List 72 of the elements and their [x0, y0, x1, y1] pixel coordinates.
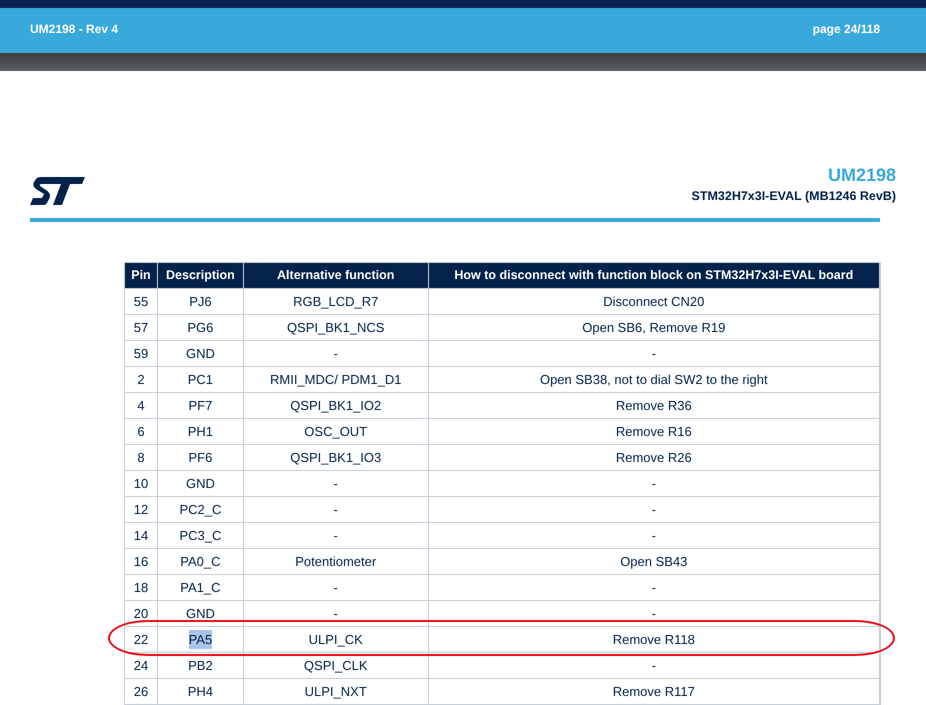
table-cell-text: Remove R16: [616, 422, 692, 440]
table-cell-text: 24: [134, 656, 148, 674]
table-cell-text: 8: [137, 448, 145, 466]
table-cell-text: PF7: [188, 396, 212, 414]
table-cell-text: 59: [134, 344, 148, 362]
table-cell-text: -: [334, 604, 338, 622]
table-cell-text: PH4: [188, 682, 214, 700]
table-cell-text: PH1: [188, 422, 214, 440]
table-cell-text: 16: [134, 552, 148, 570]
table-cell-text: 14: [134, 526, 148, 544]
table-cell-text: PF6: [188, 448, 212, 466]
document-id: UM2198: [828, 164, 896, 187]
table-cell-text: Open SB43: [620, 552, 688, 571]
table-cell-text: PA1_C: [180, 578, 221, 597]
table-cell-text: QSPI_BK1_IO3: [290, 448, 382, 467]
table-cell-text: PB2: [188, 656, 213, 674]
table-cell-text: PJ6: [189, 292, 212, 310]
table-cell-text: Remove R117: [612, 682, 695, 700]
table-cell-text: 57: [134, 318, 148, 336]
table-cell-text: 26: [134, 682, 148, 700]
table-cell-text: 4: [137, 396, 145, 414]
table-cell-text: -: [652, 500, 656, 518]
table-cell-text: Open SB38, not to dial SW2 to the right: [540, 370, 768, 389]
board-name: STM32H7x3I-EVAL (MB1246 RevB): [692, 188, 896, 205]
table-cell-text: Remove R36: [616, 396, 692, 414]
table-cell-text: -: [334, 474, 338, 492]
table-cell-text: QSPI_CLK: [304, 656, 368, 675]
table-cell-text: RMII_MDC/ PDM1_D1: [270, 370, 402, 389]
table-cell-text: -: [334, 526, 338, 544]
column-header: Alternative function: [244, 262, 429, 288]
table-cell-text: -: [652, 344, 656, 362]
column-header: Pin: [125, 262, 158, 288]
table-cell-text: 22: [134, 630, 148, 648]
table-cell-text: Remove R26: [616, 448, 692, 466]
page-counter: page 24/118: [812, 21, 880, 38]
table-cell-text: GND: [186, 604, 215, 622]
table-cell-text: PA0_C: [180, 552, 221, 571]
table-cell-text: QSPI_BK1_NCS: [286, 318, 384, 337]
table-cell-text: PC1: [188, 370, 214, 388]
table-cell-text: PC2_C: [179, 500, 222, 519]
table-cell-text: -: [652, 578, 656, 596]
column-header: How to disconnect with function block on STM32H7x3I-EVAL board: [428, 262, 880, 288]
table-cell-text: 20: [134, 604, 148, 622]
table-cell-text: PG6: [187, 318, 214, 336]
table-cell-text: ULPI_CK: [308, 630, 363, 649]
table-cell-text: Remove R118: [612, 630, 695, 648]
table-cell-text: ULPI_NXT: [304, 682, 367, 701]
table-cell-text: GND: [186, 344, 215, 362]
table-cell-text: -: [652, 604, 656, 622]
table-cell-text: -: [652, 526, 656, 544]
table-cell-text: -: [652, 474, 656, 492]
table-cell-text: GND: [186, 474, 215, 492]
table-cell-text: 12: [134, 500, 148, 518]
table-cell-text: -: [334, 344, 338, 362]
table-cell-text: -: [652, 656, 656, 674]
table-cell-text: OSC_OUT: [304, 422, 368, 441]
table-cell-text: RGB_LCD_R7: [293, 292, 378, 311]
table-cell-text: Potentiometer: [295, 552, 376, 570]
table-cell-text: -: [334, 500, 338, 518]
column-header: Description: [158, 262, 244, 288]
table-cell-text: 55: [134, 292, 148, 310]
table-cell-text: 18: [134, 578, 148, 596]
table-cell-text: 2: [137, 370, 145, 388]
document-title: UM2198 - Rev 4: [30, 21, 118, 38]
table-cell-text: QSPI_BK1_IO2: [290, 396, 382, 415]
table-cell-text: -: [334, 578, 338, 596]
table-cell-text: 10: [134, 474, 148, 492]
table-cell-text: Disconnect CN20: [603, 292, 704, 310]
table-cell-text: 6: [137, 422, 145, 440]
table-cell-text: Open SB6, Remove R19: [582, 318, 726, 337]
table-cell-text: PC3_C: [179, 526, 222, 545]
table-cell: PA5: [188, 630, 212, 649]
